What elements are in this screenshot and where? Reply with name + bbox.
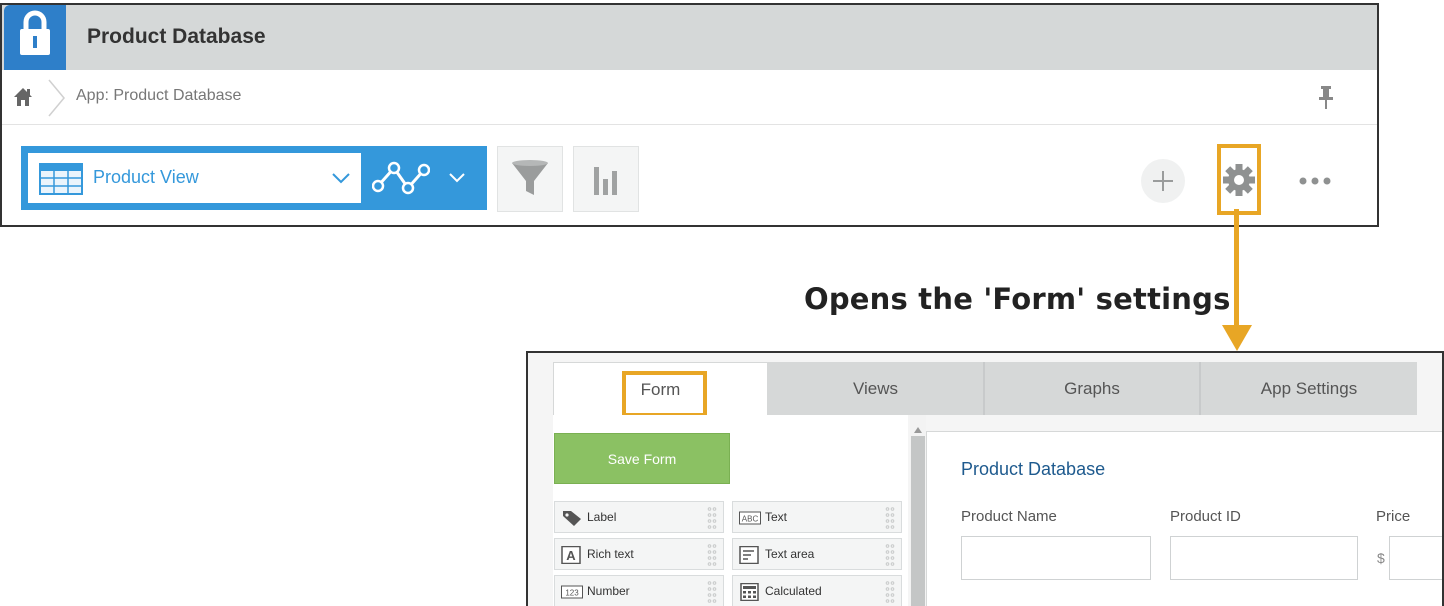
abc-icon: ABC	[739, 509, 761, 527]
settings-window: Form Views Graphs App Settings Save Form…	[526, 351, 1444, 606]
tab-graphs[interactable]: Graphs	[985, 362, 1201, 415]
field-item-name: Calculated	[765, 584, 822, 598]
plus-icon	[1153, 171, 1173, 191]
drag-handle-icon[interactable]	[707, 506, 717, 530]
product-id-field[interactable]	[1170, 536, 1358, 580]
tab-views[interactable]: Views	[768, 362, 985, 415]
breadcrumb-app-link[interactable]: App: Product Database	[76, 87, 241, 105]
svg-text:A: A	[566, 548, 576, 563]
graph-icon[interactable]	[371, 160, 431, 196]
annotation-caption: Opens the 'Form' settings	[804, 282, 1231, 316]
app-window: Product Database App: Product Database P…	[0, 3, 1379, 227]
field-item-name: Text area	[765, 547, 815, 561]
price-field[interactable]	[1389, 536, 1442, 580]
svg-text:123: 123	[565, 589, 579, 598]
breadcrumb-separator	[46, 78, 68, 118]
bar-chart-icon	[594, 167, 617, 195]
lock-icon	[4, 5, 66, 70]
chart-button[interactable]	[573, 146, 639, 212]
svg-text:ABC: ABC	[742, 515, 759, 524]
title-bar: Product Database	[2, 5, 1377, 70]
field-palette: Save Form Label ABC Text A Rich text Tex…	[553, 415, 908, 606]
more-icon	[1299, 177, 1331, 185]
drag-handle-icon[interactable]	[885, 580, 895, 604]
drag-handle-icon[interactable]	[707, 543, 717, 567]
gear-icon	[1223, 164, 1255, 196]
field-item-name: Number	[587, 584, 630, 598]
drag-handle-icon[interactable]	[885, 543, 895, 567]
drag-handle-icon[interactable]	[885, 506, 895, 530]
field-item-calculated[interactable]: Calculated	[732, 575, 902, 606]
form-title: Product Database	[961, 459, 1106, 479]
product-name-field[interactable]	[961, 536, 1151, 580]
rich-text-icon: A	[561, 545, 583, 565]
field-item-text[interactable]: ABC Text	[732, 501, 902, 533]
drag-handle-icon[interactable]	[707, 580, 717, 604]
breadcrumb: App: Product Database	[2, 70, 1377, 125]
calculator-icon	[739, 582, 761, 602]
price-currency-prefix: $	[1377, 550, 1385, 566]
pin-icon[interactable]	[1317, 84, 1335, 110]
field-item-label[interactable]: Label	[554, 501, 724, 533]
field-label-product-name: Product Name	[961, 508, 1057, 525]
more-options-button[interactable]	[1295, 168, 1335, 194]
field-item-text-area[interactable]: Text area	[732, 538, 902, 570]
field-label-product-id: Product ID	[1170, 508, 1241, 525]
annotation-connector	[1234, 209, 1239, 329]
tab-app-settings[interactable]: App Settings	[1201, 362, 1417, 415]
filter-icon	[512, 160, 548, 195]
field-item-name: Text	[765, 510, 788, 524]
filter-button[interactable]	[497, 146, 563, 212]
scrollbar-thumb[interactable]	[911, 436, 925, 606]
scroll-up-icon[interactable]	[914, 420, 922, 433]
view-selector-bar: Product View	[21, 146, 487, 210]
field-item-rich-text[interactable]: A Rich text	[554, 538, 724, 570]
app-settings-button[interactable]	[1217, 144, 1261, 215]
app-title: Product Database	[87, 25, 266, 48]
arrow-down-icon	[1222, 325, 1252, 351]
number-icon: 123	[561, 583, 583, 601]
home-icon[interactable]	[12, 86, 34, 108]
chevron-down-icon[interactable]	[448, 171, 466, 183]
save-form-button[interactable]: Save Form	[554, 433, 730, 484]
field-item-name: Rich text	[587, 547, 634, 561]
form-tab-highlight	[622, 371, 707, 417]
field-item-number[interactable]: 123 Number	[554, 575, 724, 606]
view-label: Product View	[93, 167, 199, 187]
form-canvas: Product Database Product Name Product ID…	[926, 431, 1442, 606]
field-label-price: Price	[1376, 508, 1411, 525]
table-icon	[39, 163, 83, 195]
view-select[interactable]: Product View	[28, 153, 361, 203]
tag-icon	[561, 509, 583, 527]
text-area-icon	[739, 545, 761, 565]
field-item-name: Label	[587, 510, 617, 524]
chevron-down-icon	[331, 171, 351, 185]
add-record-button[interactable]	[1141, 159, 1185, 203]
